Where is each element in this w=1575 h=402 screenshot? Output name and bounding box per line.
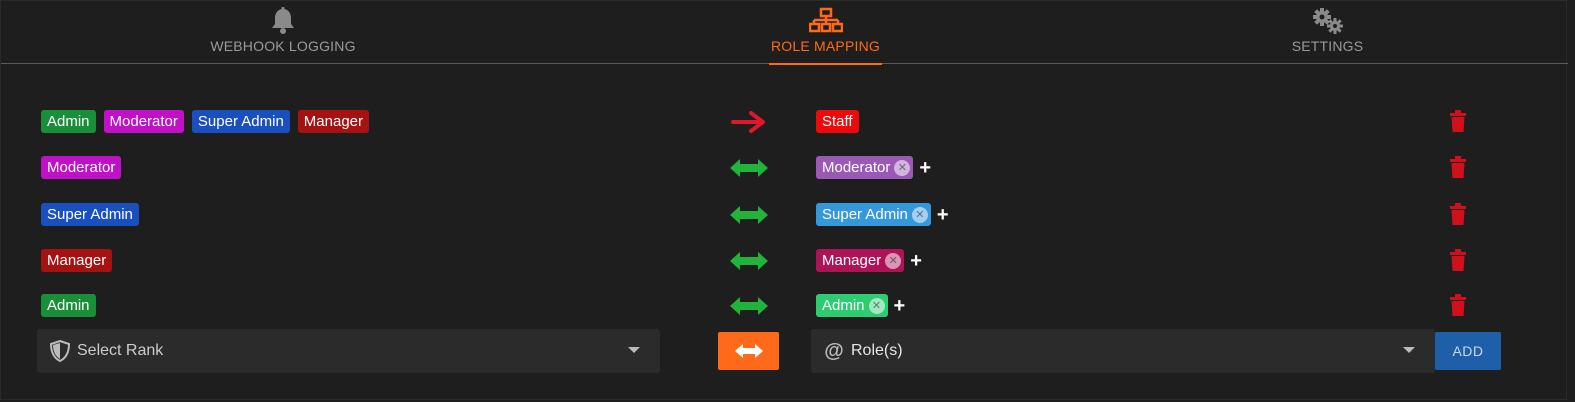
- rank-list: Super Admin: [41, 203, 139, 226]
- rank-list: Manager: [41, 249, 113, 272]
- app-frame: WEBHOOK LOGGING ROLE MAPPING SETTINGS Ad…: [0, 0, 1568, 400]
- chevron-down-icon: [628, 347, 640, 353]
- tab-label: SETTINGS: [1291, 38, 1364, 54]
- role-badge: Super Admin ✕: [816, 203, 931, 226]
- trash-icon[interactable]: [1450, 203, 1466, 225]
- role-list: Staff: [816, 110, 859, 133]
- trash-icon[interactable]: [1450, 110, 1466, 132]
- role-badge-label: Admin: [822, 297, 865, 314]
- rank-badge: Admin: [41, 110, 96, 133]
- rank-badge: Moderator: [41, 156, 122, 179]
- add-role-icon[interactable]: +: [910, 251, 922, 271]
- trash-icon[interactable]: [1450, 294, 1466, 316]
- roles-select-placeholder: Role(s): [851, 342, 903, 359]
- rank-badge: Super Admin: [191, 110, 290, 133]
- add-role-icon[interactable]: +: [894, 296, 906, 316]
- tab-label: WEBHOOK LOGGING: [210, 38, 356, 54]
- trash-icon[interactable]: [1450, 249, 1466, 271]
- trash-icon[interactable]: [1450, 156, 1466, 178]
- chevron-down-icon: [1403, 347, 1415, 353]
- rank-list: Moderator: [41, 156, 122, 179]
- rank-select[interactable]: Select Rank: [37, 329, 660, 373]
- add-mapping-button[interactable]: ADD: [1435, 332, 1501, 370]
- arrows-sync-icon: [730, 156, 768, 179]
- role-badge-label: Moderator: [822, 159, 891, 176]
- rank-list: Admin: [41, 294, 96, 317]
- add-role-icon[interactable]: +: [937, 205, 949, 225]
- add-role-icon[interactable]: +: [919, 158, 931, 178]
- role-badge: Staff: [816, 110, 859, 133]
- rank-list: Admin Moderator Super Admin Manager: [41, 110, 369, 133]
- mapping-row: Manager Manager ✕ +: [1, 249, 1568, 279]
- role-badge: Manager ✕: [816, 249, 905, 272]
- rank-badge: Manager: [297, 110, 369, 133]
- remove-role-icon[interactable]: ✕: [885, 252, 902, 269]
- remove-role-icon[interactable]: ✕: [894, 159, 911, 176]
- arrows-sync-icon: [730, 203, 768, 226]
- rank-select-placeholder: Select Rank: [77, 342, 164, 359]
- tab-role-mapping[interactable]: ROLE MAPPING: [769, 1, 882, 65]
- mapping-row: Admin Admin ✕ +: [1, 294, 1568, 324]
- rank-badge: Super Admin: [41, 203, 139, 226]
- role-badge: Admin ✕: [816, 294, 888, 317]
- role-badge-label: Manager: [822, 252, 882, 269]
- gears-icon: [1311, 1, 1345, 35]
- mapping-row: Admin Moderator Super Admin Manager Staf…: [1, 110, 1568, 140]
- sitemap-icon: [808, 1, 843, 35]
- rank-badge: Manager: [41, 249, 113, 272]
- mapping-row: Super Admin Super Admin ✕ +: [1, 203, 1568, 233]
- arrows-sync-icon: [734, 344, 763, 358]
- role-list: Manager ✕ +: [816, 249, 922, 272]
- remove-role-icon[interactable]: ✕: [911, 206, 928, 223]
- role-badge-label: Super Admin: [822, 206, 908, 223]
- bell-icon: [270, 1, 296, 35]
- tab-webhook-logging[interactable]: WEBHOOK LOGGING: [207, 1, 359, 64]
- remove-role-icon[interactable]: ✕: [868, 297, 885, 314]
- arrows-sync-icon: [730, 249, 768, 272]
- mapping-direction-button[interactable]: [718, 332, 779, 370]
- roles-select[interactable]: @ Role(s): [811, 329, 1435, 373]
- role-list: Admin ✕ +: [816, 294, 905, 317]
- role-list: Super Admin ✕ +: [816, 203, 949, 226]
- shield-icon: [49, 340, 71, 362]
- tab-label: ROLE MAPPING: [771, 38, 880, 54]
- rank-badge: Moderator: [103, 110, 184, 133]
- at-sign-icon: @: [824, 339, 844, 362]
- arrows-sync-icon: [730, 294, 768, 317]
- rank-badge: Admin: [41, 294, 96, 317]
- role-badge: Moderator ✕: [816, 156, 914, 179]
- tab-settings[interactable]: SETTINGS: [1291, 1, 1364, 64]
- tab-bar: WEBHOOK LOGGING ROLE MAPPING SETTINGS: [1, 1, 1568, 65]
- arrow-right-icon: [730, 110, 768, 133]
- role-list: Moderator ✕ +: [816, 156, 931, 179]
- mapping-row: Moderator Moderator ✕ +: [1, 156, 1568, 186]
